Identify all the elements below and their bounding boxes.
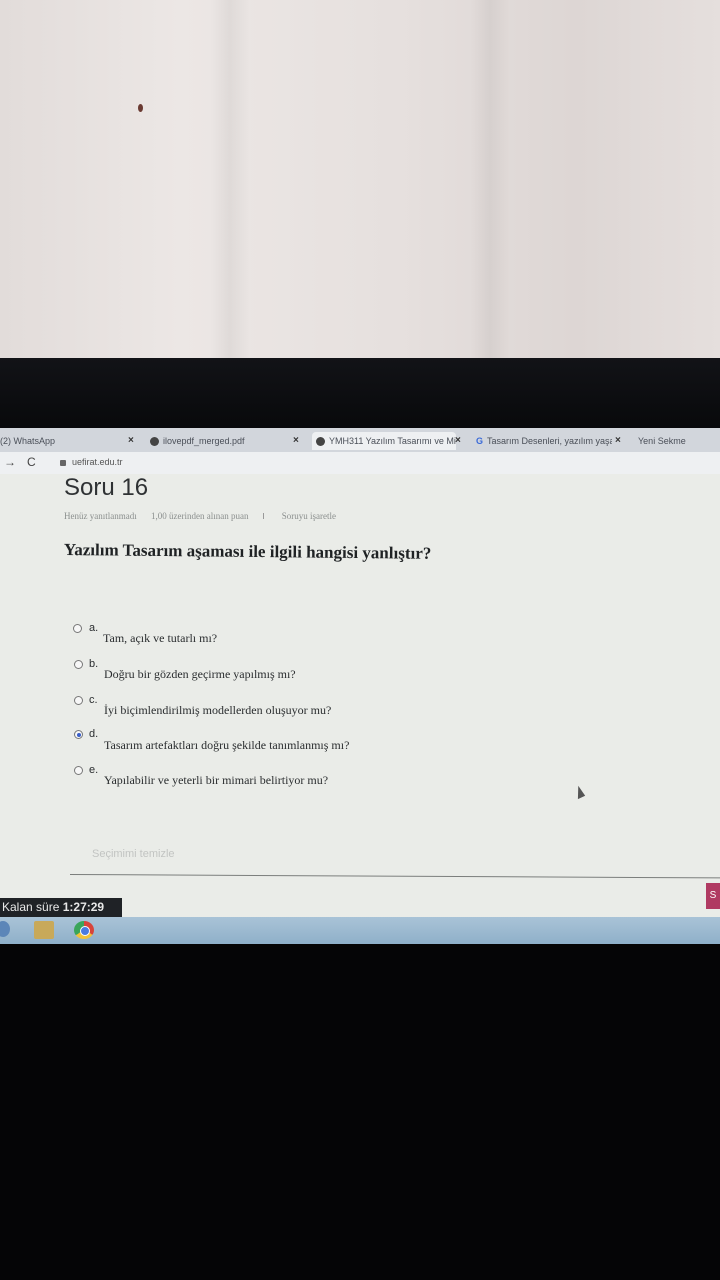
points-text: 1,00 üzerinden alınan puan: [150, 511, 249, 521]
flag-label: Soruyu işaretle: [281, 511, 336, 521]
start-icon[interactable]: [0, 921, 10, 937]
wall-spot: [138, 104, 143, 112]
browser-tab-bar: (2) WhatsApp × ilovepdf_merged.pdf × YMH…: [0, 428, 720, 452]
tab-label: (2) WhatsApp: [0, 436, 56, 446]
google-icon: G: [476, 436, 484, 446]
option-letter: a.: [89, 622, 99, 634]
close-icon[interactable]: ×: [455, 432, 461, 450]
divider: [69, 874, 720, 879]
time-remaining: Kalan süre 1:27:29: [0, 898, 122, 917]
close-icon[interactable]: ×: [293, 432, 299, 450]
radio-button[interactable]: [74, 660, 83, 669]
option-letter: d.: [89, 728, 99, 740]
option-text[interactable]: Tasarım artefaktları doğru şekilde tanım…: [104, 738, 349, 753]
tab-label: YMH311 Yazılım Tasarımı ve Mi: [329, 436, 456, 446]
tab-new[interactable]: Yeni Sekme: [638, 432, 708, 450]
option-letter: b.: [89, 658, 99, 670]
url-text: uefirat.edu.tr: [72, 457, 123, 467]
lock-icon: [60, 459, 66, 466]
tab-ymh311[interactable]: YMH311 Yazılım Tasarımı ve Mi: [312, 432, 456, 450]
option-text[interactable]: Doğru bir gözden geçirme yapılmış mı?: [104, 667, 296, 682]
chrome-icon[interactable]: [74, 921, 94, 939]
radio-button[interactable]: [74, 696, 83, 705]
option-text[interactable]: Yapılabilir ve yeterli bir mimari belirt…: [104, 773, 328, 788]
monitor-screen: (2) WhatsApp × ilovepdf_merged.pdf × YMH…: [0, 428, 720, 944]
option-text[interactable]: Tam, açık ve tutarlı mı?: [103, 631, 217, 646]
tab-label: Yeni Sekme: [638, 436, 686, 446]
quiz-content: Soru 16 Henüz yanıtlanmadı 1,00 üzerinde…: [0, 474, 720, 944]
folder-icon[interactable]: [34, 921, 54, 939]
tab-whatsapp[interactable]: (2) WhatsApp: [0, 432, 120, 450]
radio-button[interactable]: [73, 624, 82, 633]
question-text: Yazılım Tasarım aşaması ile ilgili hangi…: [63, 540, 432, 563]
background-wall: [0, 0, 720, 372]
clear-choice-link[interactable]: Seçimimi temizle: [92, 848, 175, 860]
question-number: Soru 16: [64, 474, 149, 501]
option-text[interactable]: İyi biçimlendirilmiş modellerden oluşuyo…: [104, 703, 331, 718]
close-icon[interactable]: ×: [615, 432, 621, 450]
monitor-lower-frame: [0, 944, 720, 1280]
next-page-button[interactable]: S: [706, 883, 720, 909]
tab-tasarim-desenleri[interactable]: G Tasarım Desenleri, yazılım yaşam: [476, 432, 612, 450]
wall-fold: [470, 0, 510, 372]
timer-value: 1:27:29: [62, 900, 105, 914]
radio-button-selected[interactable]: [74, 730, 83, 739]
monitor-bezel: [0, 358, 720, 436]
close-icon[interactable]: ×: [128, 432, 134, 450]
mouse-cursor-icon: [572, 784, 586, 800]
option-letter: c.: [89, 694, 98, 706]
question-meta: Henüz yanıtlanmadı 1,00 üzerinden alınan…: [64, 511, 360, 521]
windows-taskbar: [0, 917, 720, 944]
address-bar: → C uefirat.edu.tr: [0, 452, 720, 474]
tab-label: Tasarım Desenleri, yazılım yaşam: [487, 436, 612, 446]
back-arrow-icon[interactable]: →: [4, 455, 16, 469]
reload-icon[interactable]: C: [27, 455, 36, 469]
globe-icon: [316, 437, 325, 447]
globe-icon: [150, 437, 159, 447]
flag-question-link[interactable]: Soruyu işaretle: [262, 511, 348, 521]
radio-button[interactable]: [74, 766, 83, 775]
status-text: Henüz yanıtlanmadı: [64, 511, 137, 521]
tab-label: ilovepdf_merged.pdf: [163, 436, 245, 446]
wall-fold: [210, 0, 250, 372]
tab-ilovepdf[interactable]: ilovepdf_merged.pdf: [150, 432, 286, 450]
timer-label: Kalan süre: [2, 900, 60, 914]
option-letter: e.: [89, 764, 99, 776]
flag-icon: [262, 513, 270, 519]
url-field[interactable]: uefirat.edu.tr: [60, 457, 123, 467]
